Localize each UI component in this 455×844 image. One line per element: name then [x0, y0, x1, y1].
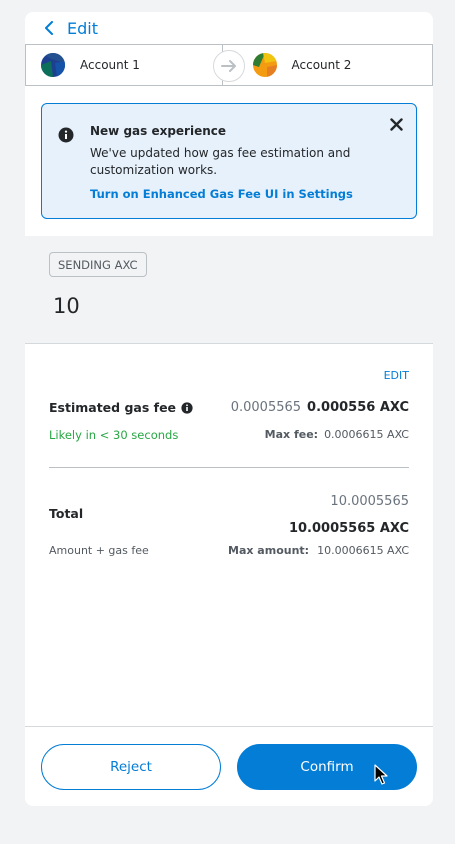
- total-native: 10.0005565: [330, 494, 409, 509]
- identicon-icon: [41, 53, 65, 77]
- confirm-button[interactable]: Confirm: [237, 744, 417, 790]
- sending-section: SENDING AXC 10: [25, 236, 433, 344]
- close-icon[interactable]: [390, 118, 403, 131]
- total-axc: 10.0005565 AXC: [288, 521, 409, 536]
- back-label: Edit: [67, 18, 98, 38]
- max-fee-value: 0.0006615 AXC: [324, 428, 409, 441]
- header: Edit: [25, 12, 433, 44]
- arrow-right-icon: [221, 60, 236, 72]
- arrow-circle: [213, 50, 245, 82]
- gas-notice: New gas experience We've updated how gas…: [41, 103, 417, 219]
- sender-recipient: Account 1 Account 2: [25, 44, 433, 86]
- gas-fee-native: 0.0005565: [230, 400, 302, 415]
- recipient-account[interactable]: Account 2: [221, 45, 434, 85]
- gas-fee-label-text: Estimated gas fee: [49, 400, 177, 415]
- max-fee: Max fee: 0.0006615 AXC: [265, 428, 409, 441]
- back-edit-button[interactable]: Edit: [43, 19, 98, 38]
- max-amount-key: Max amount:: [228, 544, 310, 557]
- confirm-transaction-card: Edit Account 1 Account 2 New gas experie…: [25, 12, 433, 806]
- edit-gas-button[interactable]: EDIT: [384, 369, 409, 382]
- total-label: Total: [49, 506, 84, 521]
- notice-title: New gas experience: [90, 124, 227, 138]
- recipient-avatar: [252, 53, 277, 77]
- sender-name: Account 1: [80, 58, 140, 72]
- gas-timing: Likely in < 30 seconds: [49, 428, 179, 442]
- enhanced-gas-settings-link[interactable]: Turn on Enhanced Gas Fee UI in Settings: [90, 187, 353, 201]
- total-sublabel: Amount + gas fee: [49, 544, 149, 557]
- identicon-icon: [252, 53, 277, 77]
- gas-fee-label: Estimated gas fee: [49, 400, 193, 415]
- sender-account[interactable]: Account 1: [25, 45, 222, 85]
- max-fee-key: Max fee:: [264, 428, 319, 441]
- info-icon[interactable]: [181, 401, 193, 414]
- max-amount-value: 10.0006615 AXC: [317, 544, 409, 557]
- gas-fee-values: 0.0005565 0.000556 AXC: [231, 400, 409, 415]
- recipient-name: Account 2: [291, 58, 352, 72]
- mouse-cursor-icon: [374, 764, 388, 785]
- max-amount: Max amount: 10.0006615 AXC: [228, 544, 409, 557]
- info-icon: [58, 127, 74, 143]
- sending-badge: SENDING AXC: [49, 252, 147, 277]
- chevron-left-icon: [45, 21, 53, 35]
- divider: [49, 467, 409, 468]
- reject-button[interactable]: Reject: [41, 744, 221, 790]
- sender-avatar: [41, 53, 65, 77]
- footer: Reject Confirm: [25, 726, 433, 806]
- gas-fee-axc: 0.000556 AXC: [307, 400, 409, 415]
- sending-amount: 10: [53, 294, 80, 318]
- notice-body: We've updated how gas fee estimation and…: [90, 146, 351, 177]
